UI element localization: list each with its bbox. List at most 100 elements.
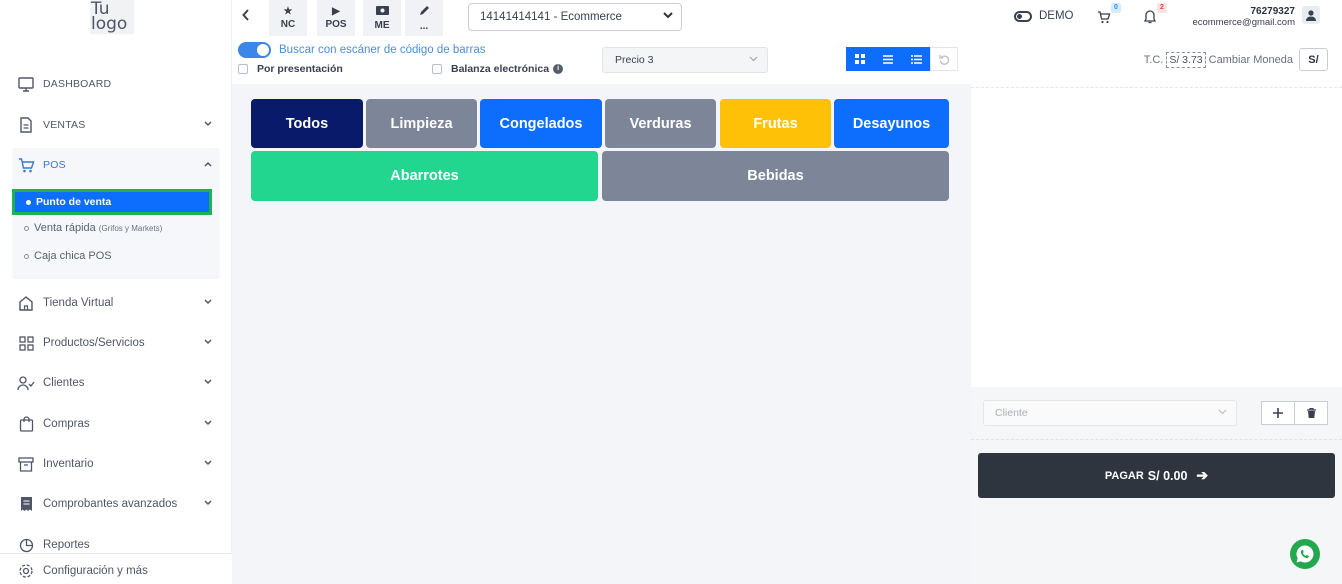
- sidebar-item-productos[interactable]: Productos/Servicios: [0, 328, 232, 358]
- divider: [971, 439, 1342, 440]
- category-limpieza[interactable]: Limpieza: [366, 99, 477, 148]
- chevron-down-icon: [749, 56, 758, 62]
- notification-count-badge: 2: [1157, 3, 1167, 13]
- client-select[interactable]: Cliente: [983, 400, 1237, 426]
- sidebar-item-configuracion[interactable]: Configuración y más: [0, 556, 232, 584]
- detail-list-view-button[interactable]: [902, 47, 930, 71]
- currency-button[interactable]: S/: [1299, 48, 1328, 71]
- sidebar-sub-caja-chica[interactable]: Caja chica POS: [24, 250, 112, 262]
- toggle-icon: [1014, 10, 1032, 22]
- demo-toggle[interactable]: DEMO: [1014, 10, 1074, 22]
- cart-items-area: [971, 88, 1342, 387]
- sidebar-item-label: Configuración y más: [43, 565, 148, 577]
- chevron-down-icon: [204, 460, 212, 466]
- sidebar-item-compras[interactable]: Compras: [0, 409, 232, 439]
- list-icon: [883, 54, 893, 64]
- bullet-icon: [24, 253, 29, 259]
- sidebar-item-ventas[interactable]: VENTAS: [0, 110, 232, 140]
- sidebar-item-label: VENTAS: [43, 119, 86, 131]
- cash-icon: [375, 5, 389, 18]
- exchange-rate: T.C. S/ 3.73 Cambiar Moneda S/: [1144, 48, 1328, 71]
- scale-checkbox-row[interactable]: Balanza electrónica i: [432, 63, 564, 75]
- scale-checkbox[interactable]: [432, 64, 442, 74]
- exchange-rate-value: S/ 3.73: [1166, 51, 1206, 68]
- category-frutas[interactable]: Frutas: [720, 99, 831, 148]
- user-info[interactable]: 76279327 ecommerce@gmail.com: [1192, 6, 1295, 28]
- add-client-button[interactable]: [1261, 401, 1295, 425]
- checkout-panel: Cliente PAGAR S/ 0.00 ➔: [971, 387, 1342, 584]
- more-button[interactable]: ...: [405, 0, 443, 36]
- logo[interactable]: Tu logo: [90, 0, 134, 34]
- bell-icon: [1143, 10, 1157, 24]
- grid-view-button[interactable]: [846, 47, 874, 71]
- chevron-up-icon: [204, 161, 212, 167]
- view-mode-group: [846, 47, 958, 71]
- pie-chart-icon: [17, 536, 35, 554]
- category-abarrotes[interactable]: Abarrotes: [251, 151, 598, 201]
- category-verduras[interactable]: Verduras: [605, 99, 716, 148]
- bulleted-list-icon: [910, 54, 922, 64]
- arrow-right-icon: ➔: [1196, 467, 1209, 483]
- sidebar-item-clientes[interactable]: Clientes: [0, 368, 232, 398]
- cart-icon: [1098, 11, 1111, 24]
- pay-amount: S/ 0.00: [1147, 468, 1188, 483]
- list-view-button[interactable]: [874, 47, 902, 71]
- archive-icon: [17, 455, 35, 473]
- whatsapp-icon[interactable]: [1290, 539, 1320, 569]
- sidebar-sub-punto-de-venta[interactable]: Punto de venta: [12, 189, 212, 215]
- sidebar-item-label: Clientes: [43, 377, 85, 389]
- category-todos[interactable]: Todos: [251, 99, 363, 148]
- presentation-checkbox[interactable]: [238, 64, 248, 74]
- home-icon: [17, 294, 35, 312]
- sidebar-item-label: DASHBOARD: [43, 78, 112, 90]
- company-select[interactable]: 14141414141 - Ecommerce: [468, 3, 682, 31]
- info-icon: i: [553, 64, 564, 74]
- shopping-bag-icon: [17, 415, 35, 433]
- star-icon: ★: [283, 6, 293, 17]
- presentation-checkbox-row[interactable]: Por presentación: [238, 63, 343, 75]
- sidebar-item-tienda-virtual[interactable]: Tienda Virtual: [0, 288, 232, 318]
- chevron-down-icon: [1218, 409, 1227, 415]
- cart-button[interactable]: 0: [1097, 3, 1121, 27]
- sidebar-item-dashboard[interactable]: DASHBOARD: [0, 69, 232, 99]
- gear-icon: [17, 562, 35, 580]
- sidebar-sub-venta-rapida[interactable]: Venta rápida (Grifos y Markets): [24, 222, 162, 234]
- currency-bar: T.C. S/ 3.73 Cambiar Moneda S/: [971, 40, 1342, 88]
- user-check-icon: [17, 374, 35, 392]
- scanner-switch[interactable]: [238, 42, 271, 58]
- scanner-toggle-row[interactable]: Buscar con escáner de código de barras: [238, 42, 485, 58]
- category-bebidas[interactable]: Bebidas: [602, 151, 949, 201]
- notifications-button[interactable]: 2: [1143, 3, 1167, 27]
- sidebar-item-label: Comprobantes avanzados: [43, 498, 178, 510]
- play-icon: ▶: [332, 6, 340, 17]
- me-button[interactable]: ME: [363, 0, 401, 36]
- reset-button[interactable]: [930, 47, 958, 71]
- monitor-icon: [17, 75, 35, 93]
- sidebar-item-pos[interactable]: POS: [0, 150, 232, 180]
- undo-icon: [938, 54, 949, 65]
- back-arrow-icon[interactable]: [242, 8, 256, 26]
- chevron-down-icon: [204, 121, 212, 127]
- sidebar-item-label: POS: [43, 159, 66, 171]
- category-desayunos[interactable]: Desayunos: [834, 99, 949, 148]
- sidebar-item-comprobantes[interactable]: Comprobantes avanzados: [0, 489, 232, 519]
- pos-button[interactable]: ▶ POS: [317, 0, 355, 36]
- price-list-select[interactable]: Precio 3: [602, 47, 768, 73]
- chevron-down-icon: [204, 379, 212, 385]
- bullet-icon: [24, 225, 29, 231]
- chevron-down-icon: [204, 339, 212, 345]
- sidebar-item-label: Productos/Servicios: [43, 337, 145, 349]
- sidebar-item-inventario[interactable]: Inventario: [0, 449, 232, 479]
- nc-button[interactable]: ★ NC: [269, 0, 307, 36]
- user-icon: [1306, 9, 1316, 21]
- grid-icon: [855, 54, 865, 64]
- pay-button[interactable]: PAGAR S/ 0.00 ➔: [978, 453, 1335, 498]
- cart-count-badge: 0: [1111, 3, 1121, 13]
- clear-cart-button[interactable]: [1294, 401, 1328, 425]
- sidebar-item-label: Compras: [43, 418, 90, 430]
- chevron-down-icon: [663, 12, 673, 19]
- avatar[interactable]: [1302, 6, 1320, 24]
- chevron-down-icon: [204, 500, 212, 506]
- grid-icon: [17, 334, 35, 352]
- category-congelados[interactable]: Congelados: [480, 99, 602, 148]
